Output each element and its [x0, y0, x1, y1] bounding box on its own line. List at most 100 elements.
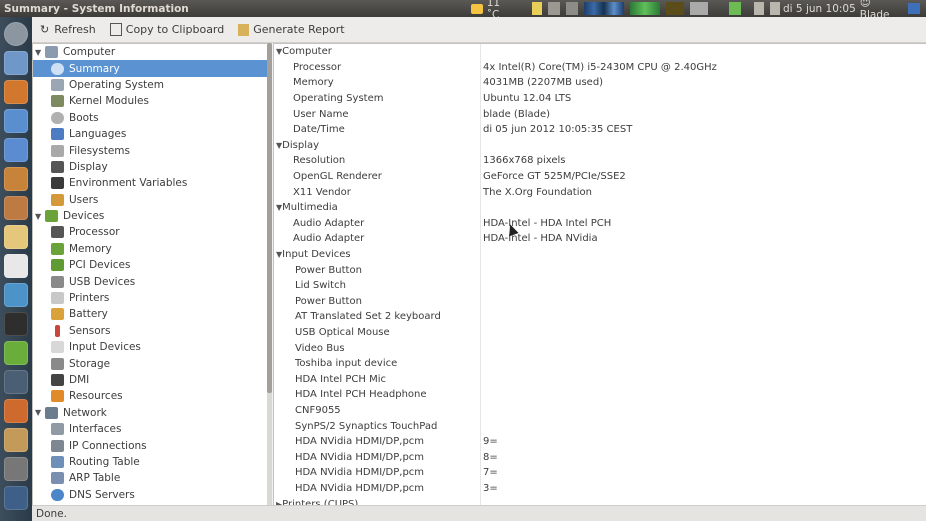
tree-item-dmi[interactable]: DMI	[33, 372, 267, 388]
tree-item-label: DMI	[69, 374, 90, 386]
mail-icon[interactable]	[754, 2, 765, 15]
detail-row: OpenGL Renderer GeForce GT 525M/PCIe/SSE2	[274, 169, 926, 185]
tree-item-interfaces[interactable]: Interfaces	[33, 421, 267, 437]
tree-item-languages[interactable]: Languages	[33, 126, 267, 142]
terminal-icon[interactable]	[4, 312, 28, 336]
tree-scrollbar-thumb[interactable]	[267, 43, 272, 393]
app-icon[interactable]	[4, 341, 28, 365]
browser-icon[interactable]	[4, 138, 28, 162]
paint-icon[interactable]	[4, 428, 28, 452]
dmi-icon	[51, 374, 64, 386]
tree-item-filesystems[interactable]: Filesystems	[33, 142, 267, 158]
field-key: User Name	[293, 108, 349, 120]
field-value: GeForce GT 525M/PCIe/SSE2	[483, 171, 626, 183]
field-key: HDA NVidia HDMI/DP,pcm	[295, 467, 425, 479]
tree-scrollbar[interactable]	[267, 43, 272, 505]
tree-item-label: Printers	[69, 292, 110, 305]
tree-item-arp-table[interactable]: ARP Table	[33, 470, 267, 486]
field-value: 4031MB (2207MB used)	[483, 77, 604, 89]
expander-icon[interactable]: ▼	[35, 212, 45, 221]
tree-item-label: ARP Table	[69, 472, 121, 485]
cpu-monitor-icon[interactable]	[584, 2, 625, 15]
tree-item-boots[interactable]: Boots	[33, 110, 267, 126]
camera-icon[interactable]	[4, 457, 28, 481]
notify-icon[interactable]	[532, 2, 543, 15]
dash-icon[interactable]	[4, 22, 28, 46]
tree-item-processor[interactable]: Processor	[33, 224, 267, 240]
clock[interactable]: di 5 jun 10:05	[783, 3, 860, 15]
update-icon[interactable]	[566, 2, 579, 15]
tree-item-routing-table[interactable]: Routing Table	[33, 454, 267, 470]
detail-row: Resolution 1366x768 pixels	[274, 153, 926, 169]
section-input-devices[interactable]: ▼Input Devices	[274, 247, 926, 263]
tray-icons	[529, 0, 783, 17]
tree-item-kernel-modules[interactable]: Kernel Modules	[33, 93, 267, 109]
software-center-icon[interactable]	[4, 196, 28, 220]
tree-item-storage[interactable]: Storage	[33, 355, 267, 371]
workspace-icon[interactable]	[4, 370, 28, 394]
tree-category-label: Devices	[63, 210, 105, 223]
volume-icon[interactable]	[770, 2, 781, 15]
field-key: HDA Intel PCH Headphone	[295, 389, 427, 401]
tree-item-sensors[interactable]: Sensors	[33, 323, 267, 339]
tree-item-summary[interactable]: Summary	[33, 60, 267, 77]
chat-icon[interactable]	[4, 109, 28, 133]
section-multimedia[interactable]: ▼Multimedia	[274, 200, 926, 216]
battery-icon[interactable]	[729, 2, 742, 15]
tree-item-battery[interactable]: Battery	[33, 306, 267, 322]
users-icon	[51, 193, 64, 206]
arp-icon	[51, 472, 64, 485]
detail-row: Lid Switch	[274, 278, 926, 294]
document-icon[interactable]	[4, 254, 28, 278]
section-computer[interactable]: ▼Computer	[274, 44, 926, 60]
tree-category-devices[interactable]: ▼ Devices	[33, 208, 267, 224]
disk-monitor-icon[interactable]	[690, 2, 709, 15]
tree-item-label: PCI Devices	[69, 259, 131, 272]
text-editor-icon[interactable]	[4, 225, 28, 249]
expander-icon[interactable]: ▼	[35, 48, 45, 57]
tree-item-label: USB Devices	[69, 275, 136, 288]
tree-item-usb-devices[interactable]: USB Devices	[33, 273, 267, 289]
field-key: Audio Adapter	[293, 217, 365, 229]
net-monitor-icon[interactable]	[666, 2, 685, 15]
tree-item-dns-servers[interactable]: DNS Servers	[33, 487, 267, 503]
tree-item-memory[interactable]: Memory	[33, 241, 267, 257]
field-value: 7=	[483, 467, 498, 479]
tree-item-operating-system[interactable]: Operating System	[33, 77, 267, 93]
tree-item-pci-devices[interactable]: PCI Devices	[33, 257, 267, 273]
tree-item-ip-connections[interactable]: IP Connections	[33, 437, 267, 453]
copy-to-clipboard-button[interactable]: Copy to Clipboard	[109, 23, 224, 36]
generate-report-button[interactable]: Generate Report	[238, 23, 345, 36]
tree-item-label: Environment Variables	[69, 177, 188, 190]
field-key: Audio Adapter	[293, 233, 365, 245]
home-folder-icon[interactable]	[4, 51, 28, 75]
detail-row: Date/Time di 05 jun 2012 10:05:35 CEST	[274, 122, 926, 138]
hardinfo-icon[interactable]	[4, 486, 28, 510]
terminal-icon	[51, 177, 64, 190]
tree-item-environment-variables[interactable]: Environment Variables	[33, 175, 267, 191]
detail-row: X11 Vendor The X.Org Foundation	[274, 184, 926, 200]
field-key: HDA NVidia HDMI/DP,pcm	[295, 436, 425, 448]
settings-icon[interactable]	[4, 399, 28, 423]
tree-item-label: Operating System	[69, 78, 164, 91]
top-panel: Summary - System Information 11 ˚C di 5 …	[0, 0, 926, 21]
tree-item-display[interactable]: Display	[33, 159, 267, 175]
memory-monitor-icon[interactable]	[630, 2, 661, 15]
detail-row: Video Bus	[274, 340, 926, 356]
tree-item-resources[interactable]: Resources	[33, 388, 267, 404]
system-monitor-icon[interactable]	[4, 283, 28, 307]
refresh-button[interactable]: ↻ Refresh	[40, 23, 96, 36]
firefox-icon[interactable]	[4, 80, 28, 104]
tree-category-network[interactable]: ▼ Network	[33, 405, 267, 421]
section-display[interactable]: ▼Display	[274, 138, 926, 154]
network-icon[interactable]	[548, 2, 561, 15]
tree-category-computer[interactable]: ▼ Computer	[33, 44, 267, 60]
tree-item-input-devices[interactable]: Input Devices	[33, 339, 267, 355]
expander-icon[interactable]: ▼	[35, 408, 45, 417]
session-icon[interactable]	[908, 3, 920, 14]
update-manager-icon[interactable]	[4, 167, 28, 191]
tree-item-users[interactable]: Users	[33, 192, 267, 208]
tree-item-printers[interactable]: Printers	[33, 290, 267, 306]
field-key: Date/Time	[293, 124, 345, 136]
printer-icon	[51, 292, 64, 305]
